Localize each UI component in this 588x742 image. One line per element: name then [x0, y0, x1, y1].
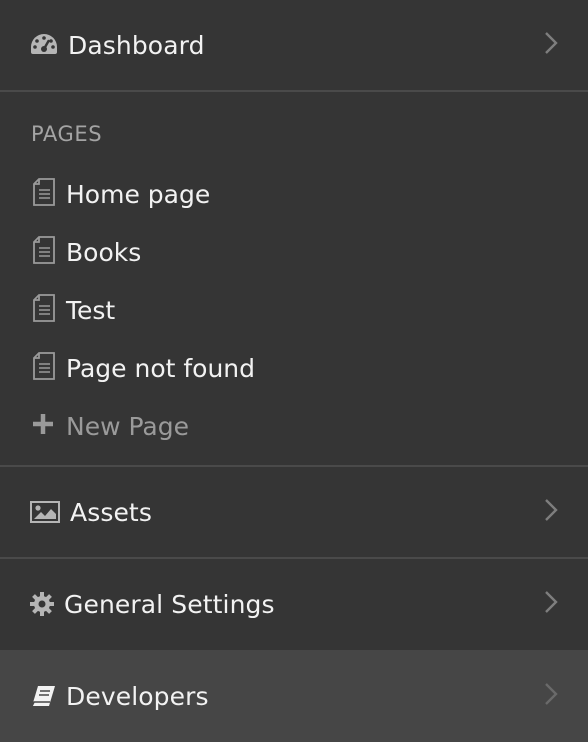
page-item-books[interactable]: Books — [0, 226, 588, 278]
section-title-pages: PAGES — [31, 122, 103, 146]
nav-item-developers[interactable]: Developers — [0, 650, 588, 742]
page-icon — [32, 294, 56, 326]
page-item-label: Books — [66, 237, 142, 267]
page-item-home-page[interactable]: Home page — [0, 168, 588, 220]
new-page-label: New Page — [66, 411, 189, 441]
page-icon — [32, 352, 56, 384]
nav-item-dashboard[interactable]: Dashboard — [0, 0, 588, 90]
new-page-button[interactable]: New Page — [0, 400, 588, 452]
chevron-right-icon — [544, 498, 558, 526]
nav-item-general-settings[interactable]: General Settings — [0, 559, 588, 649]
chevron-right-icon — [544, 31, 558, 59]
page-item-label: Test — [66, 295, 116, 325]
nav-item-label: Developers — [66, 681, 209, 711]
dashboard-gauge-icon — [30, 33, 58, 59]
sidebar-nav: Dashboard PAGES Home page Books Test Pag… — [0, 0, 588, 742]
chevron-right-icon — [544, 590, 558, 618]
page-icon — [32, 178, 56, 210]
page-item-test[interactable]: Test — [0, 284, 588, 336]
nav-item-label: Assets — [70, 497, 152, 527]
book-icon — [30, 685, 56, 711]
chevron-right-icon — [544, 682, 558, 710]
divider — [0, 90, 588, 92]
page-item-label: Home page — [66, 179, 211, 209]
nav-item-label: Dashboard — [68, 30, 205, 60]
nav-item-assets[interactable]: Assets — [0, 467, 588, 557]
nav-item-label: General Settings — [64, 589, 275, 619]
plus-icon — [32, 413, 54, 439]
page-item-label: Page not found — [66, 353, 256, 383]
gear-icon — [30, 592, 54, 620]
image-icon — [30, 501, 60, 527]
page-icon — [32, 236, 56, 268]
page-item-page-not-found[interactable]: Page not found — [0, 342, 588, 394]
